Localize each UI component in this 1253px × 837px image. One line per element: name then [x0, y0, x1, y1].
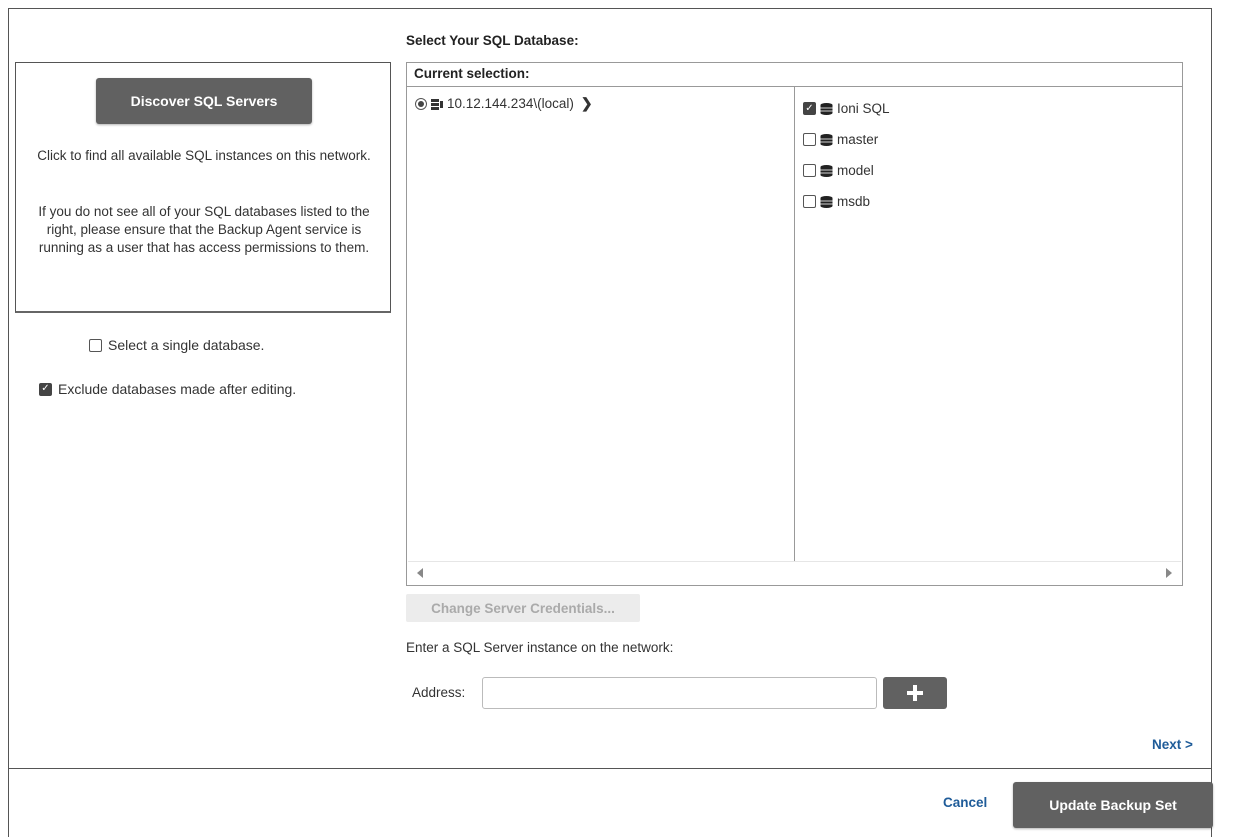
discover-panel: Discover SQL Servers Click to find all a… [15, 62, 391, 313]
server-radio[interactable] [415, 97, 427, 110]
database-icon [820, 102, 833, 115]
single-database-checkbox[interactable] [89, 338, 102, 352]
database-icon [820, 133, 833, 146]
list-item[interactable]: msdb [803, 186, 890, 217]
next-link[interactable]: Next > [1152, 737, 1193, 752]
enter-instance-label: Enter a SQL Server instance on the netwo… [406, 640, 674, 655]
horizontal-scrollbar[interactable] [408, 561, 1181, 584]
column-divider [794, 87, 795, 561]
database-name: model [837, 163, 874, 178]
exclude-databases-checkbox[interactable]: ✓ [39, 382, 52, 396]
database-name: master [837, 132, 879, 147]
scroll-left-arrow-icon[interactable] [417, 568, 423, 578]
database-checkbox[interactable] [803, 195, 816, 208]
permissions-help-text: If you do not see all of your SQL databa… [38, 204, 370, 255]
database-icon [820, 195, 833, 208]
current-selection-header: Current selection: [407, 63, 1182, 87]
exclude-databases-option[interactable]: ✓ Exclude databases made after editing. [39, 381, 296, 397]
server-item[interactable]: 10.12.144.234\(local) ❯ [415, 95, 593, 112]
discover-sql-servers-button[interactable]: Discover SQL Servers [96, 78, 312, 124]
database-checkbox[interactable] [803, 164, 816, 177]
chevron-right-icon[interactable]: ❯ [581, 95, 593, 112]
database-selector: Current selection: 10.12.144.234\(local)… [406, 62, 1183, 586]
database-checkbox[interactable]: ✓ [803, 102, 816, 115]
address-label: Address: [412, 685, 466, 700]
server-icon [431, 98, 443, 110]
single-database-option[interactable]: Select a single database. [89, 337, 264, 353]
server-name: 10.12.144.234\(local) [447, 96, 574, 111]
list-item[interactable]: ✓ Ioni SQL [803, 93, 890, 124]
scroll-right-arrow-icon[interactable] [1166, 568, 1172, 578]
right-margin [1213, 0, 1253, 837]
update-backup-set-button[interactable]: Update Backup Set [1013, 782, 1213, 828]
plus-icon [907, 685, 923, 701]
change-server-credentials-button[interactable]: Change Server Credentials... [406, 594, 640, 622]
list-item[interactable]: master [803, 124, 890, 155]
address-input[interactable] [482, 677, 877, 709]
page-title: Select Your SQL Database: [406, 33, 579, 48]
single-database-label: Select a single database. [108, 337, 265, 353]
cancel-link[interactable]: Cancel [943, 795, 987, 810]
footer-divider [8, 768, 1212, 769]
list-item[interactable]: model [803, 155, 890, 186]
exclude-databases-label: Exclude databases made after editing. [58, 381, 297, 397]
database-name: Ioni SQL [837, 101, 890, 116]
database-list: ✓ Ioni SQL master model msdb [803, 93, 890, 217]
database-checkbox[interactable] [803, 133, 816, 146]
database-icon [820, 164, 833, 177]
database-name: msdb [837, 194, 871, 209]
discover-help-text: Click to find all available SQL instance… [37, 148, 371, 163]
add-server-button[interactable] [883, 677, 947, 709]
